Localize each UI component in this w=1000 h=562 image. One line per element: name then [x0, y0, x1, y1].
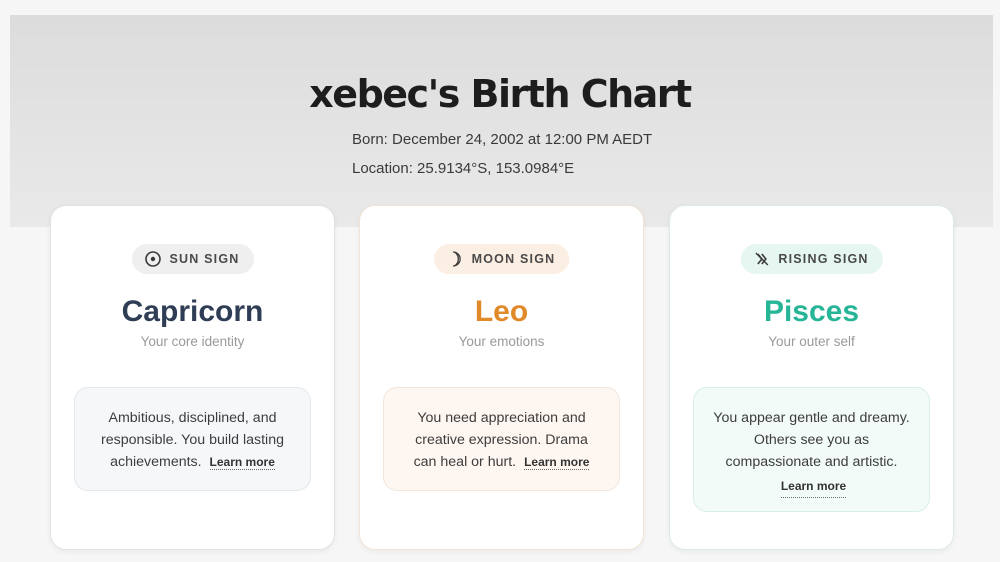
- sun-sign-description-box: Ambitious, disciplined, and responsible.…: [74, 387, 311, 491]
- rising-sign-description-box: You appear gentle and dreamy. Others see…: [693, 387, 930, 512]
- badge-label: SUN SIGN: [169, 252, 240, 266]
- rising-sign-subtitle: Your outer self: [768, 334, 855, 349]
- moon-sign-subtitle: Your emotions: [458, 334, 545, 349]
- rising-icon: [752, 250, 770, 268]
- rising-sign-badge: RISING SIGN: [740, 244, 883, 274]
- moon-sign-description-box: You need appreciation and creative expre…: [383, 387, 620, 491]
- badge-label: MOON SIGN: [471, 252, 556, 266]
- page-title: xebec's Birth Chart: [309, 72, 692, 116]
- rising-learn-more-link[interactable]: Learn more: [780, 475, 847, 498]
- moon-sign-card: MOON SIGN Leo Your emotions You need app…: [359, 205, 644, 550]
- rising-sign-name: Pisces: [763, 295, 860, 328]
- rising-sign-description: You appear gentle and dreamy. Others see…: [713, 410, 910, 470]
- sun-icon: [143, 250, 161, 268]
- sun-sign-subtitle: Your core identity: [140, 334, 245, 349]
- hero-banner: [10, 15, 993, 227]
- rising-sign-card: RISING SIGN Pisces Your outer self You a…: [669, 205, 954, 550]
- moon-sign-name: Leo: [474, 295, 529, 328]
- sun-sign-badge: SUN SIGN: [131, 244, 254, 274]
- badge-label: RISING SIGN: [778, 252, 869, 266]
- birth-datetime: Born: December 24, 2002 at 12:00 PM AEDT: [352, 131, 653, 148]
- sun-learn-more-link[interactable]: Learn more: [209, 455, 275, 470]
- moon-sign-badge: MOON SIGN: [433, 244, 570, 274]
- sun-sign-name: Capricorn: [121, 295, 264, 328]
- birth-location: Location: 25.9134°S, 153.0984°E: [352, 160, 575, 177]
- moon-learn-more-link[interactable]: Learn more: [524, 455, 590, 470]
- sun-sign-card: SUN SIGN Capricorn Your core identity Am…: [50, 205, 335, 550]
- moon-icon: [446, 250, 464, 268]
